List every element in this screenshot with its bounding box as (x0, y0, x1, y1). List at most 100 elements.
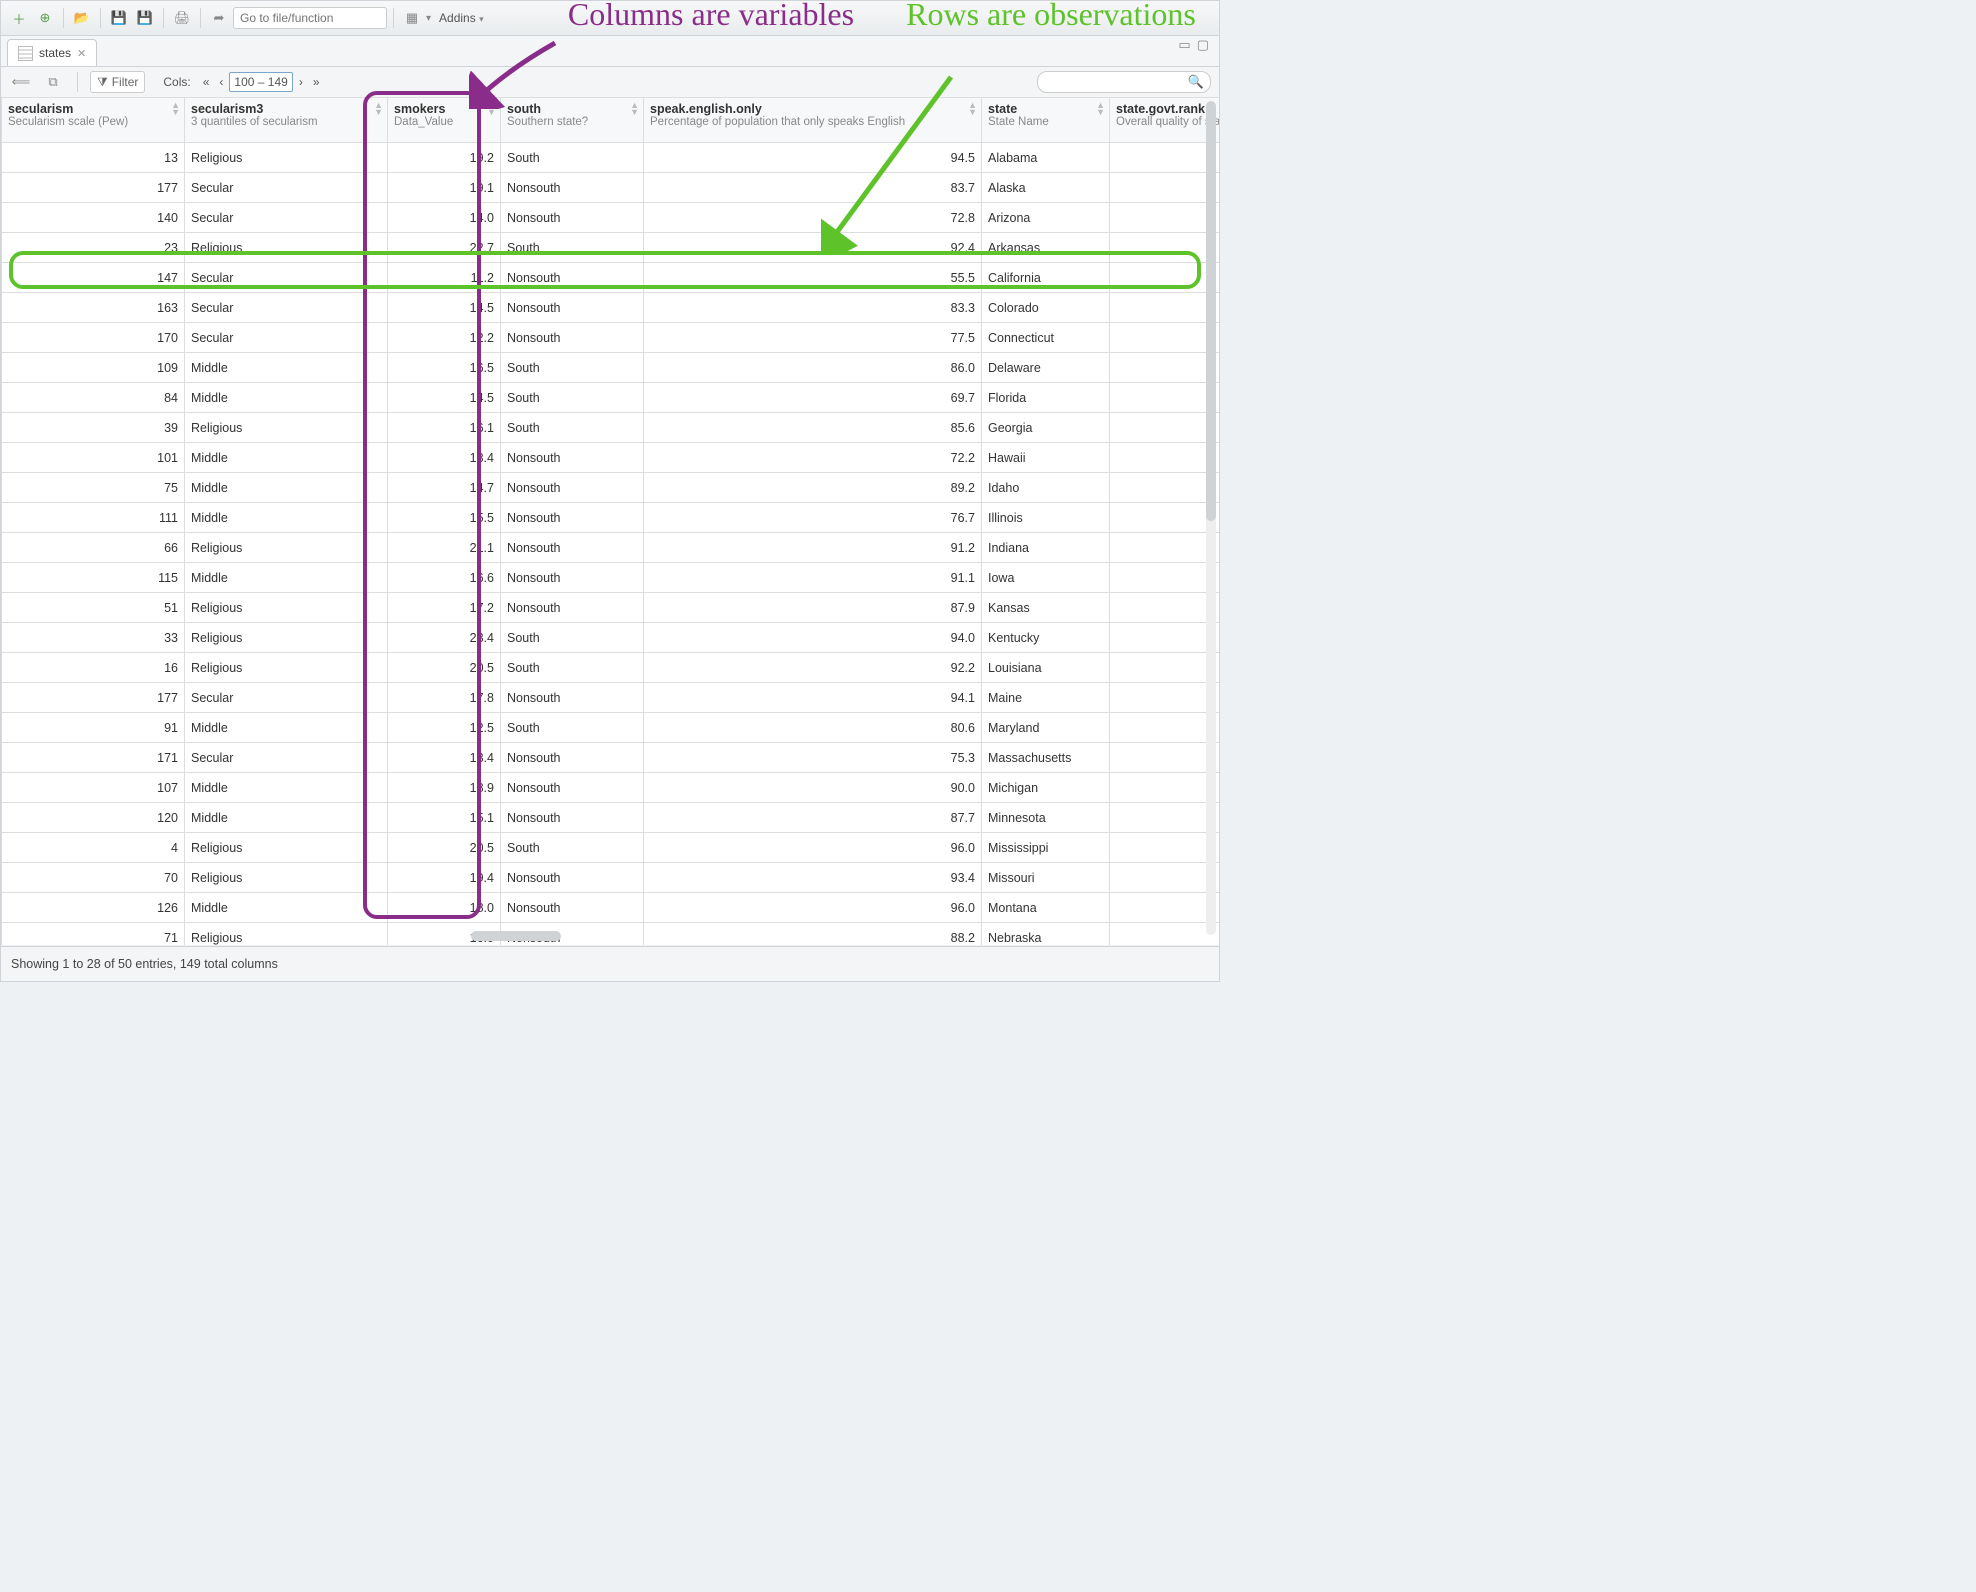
cell[interactable]: Nonsouth (501, 743, 644, 773)
cell[interactable]: Religious (185, 233, 388, 263)
cell[interactable]: Secular (185, 323, 388, 353)
table-row[interactable]: 13Religious19.2South94.5Alabama (2, 143, 1220, 173)
cell[interactable] (1110, 443, 1220, 473)
cell[interactable]: 126 (2, 893, 185, 923)
cell[interactable]: Indiana (982, 533, 1110, 563)
cell[interactable]: 94.5 (644, 143, 982, 173)
cell[interactable]: Colorado (982, 293, 1110, 323)
cell[interactable]: 18.9 (388, 773, 501, 803)
cols-first-icon[interactable]: « (199, 73, 214, 91)
table-row[interactable]: 33Religious23.4South94.0Kentucky (2, 623, 1220, 653)
cell[interactable]: Middle (185, 443, 388, 473)
close-icon[interactable]: ✕ (77, 47, 86, 60)
cell[interactable]: Nonsouth (501, 893, 644, 923)
cell[interactable]: 17.8 (388, 683, 501, 713)
cell[interactable]: 39 (2, 413, 185, 443)
cell[interactable]: 13.4 (388, 443, 501, 473)
cell[interactable] (1110, 563, 1220, 593)
cell[interactable]: 72.2 (644, 443, 982, 473)
cell[interactable] (1110, 773, 1220, 803)
cell[interactable]: South (501, 353, 644, 383)
cell[interactable]: 13.4 (388, 743, 501, 773)
column-header-secularism3[interactable]: secularism33 quantiles of secularism▲▼ (185, 98, 388, 143)
cell[interactable]: Religious (185, 653, 388, 683)
cell[interactable]: 72.8 (644, 203, 982, 233)
column-header-smokers[interactable]: smokersData_Value▲▼ (388, 98, 501, 143)
cell[interactable] (1110, 833, 1220, 863)
cell[interactable]: 19.2 (388, 143, 501, 173)
cell[interactable]: 12.5 (388, 713, 501, 743)
table-row[interactable]: 171Secular13.4Nonsouth75.3Massachusetts (2, 743, 1220, 773)
cell[interactable]: Nonsouth (501, 293, 644, 323)
table-row[interactable]: 4Religious20.5South96.0Mississippi (2, 833, 1220, 863)
cell[interactable]: 84 (2, 383, 185, 413)
cell[interactable]: Hawaii (982, 443, 1110, 473)
cell[interactable]: Illinois (982, 503, 1110, 533)
cell[interactable] (1110, 263, 1220, 293)
cell[interactable]: 77.5 (644, 323, 982, 353)
table-row[interactable]: 115Middle16.6Nonsouth91.1Iowa (2, 563, 1220, 593)
cell[interactable]: 89.2 (644, 473, 982, 503)
new-file-icon[interactable]: ＋ (7, 6, 31, 30)
cell[interactable]: 55.5 (644, 263, 982, 293)
cell[interactable]: 109 (2, 353, 185, 383)
cell[interactable]: 12.2 (388, 323, 501, 353)
cell[interactable] (1110, 743, 1220, 773)
cols-next-icon[interactable]: › (295, 73, 307, 91)
cell[interactable]: South (501, 653, 644, 683)
cell[interactable]: 18.0 (388, 893, 501, 923)
cell[interactable]: Nonsouth (501, 863, 644, 893)
cell[interactable]: 147 (2, 263, 185, 293)
cell[interactable]: Secular (185, 263, 388, 293)
table-row[interactable]: 75Middle14.7Nonsouth89.2Idaho (2, 473, 1220, 503)
cell[interactable]: Nonsouth (501, 503, 644, 533)
cell[interactable] (1110, 473, 1220, 503)
cell[interactable]: South (501, 833, 644, 863)
cell[interactable]: Secular (185, 203, 388, 233)
cell[interactable]: 70 (2, 863, 185, 893)
cell[interactable]: Mississippi (982, 833, 1110, 863)
cell[interactable]: 96.0 (644, 833, 982, 863)
cell[interactable]: Religious (185, 593, 388, 623)
table-row[interactable]: 91Middle12.5South80.6Maryland (2, 713, 1220, 743)
cell[interactable]: 4 (2, 833, 185, 863)
addins-menu[interactable]: Addins ▾ (433, 11, 490, 25)
cell[interactable]: South (501, 713, 644, 743)
cell[interactable]: 91.2 (644, 533, 982, 563)
cell[interactable] (1110, 413, 1220, 443)
cell[interactable]: 22.7 (388, 233, 501, 263)
cell[interactable]: Michigan (982, 773, 1110, 803)
cell[interactable]: 15.1 (388, 803, 501, 833)
table-row[interactable]: 70Religious19.4Nonsouth93.4Missouri (2, 863, 1220, 893)
cell[interactable] (1110, 353, 1220, 383)
table-row[interactable]: 16Religious20.5South92.2Louisiana (2, 653, 1220, 683)
cell[interactable]: 177 (2, 173, 185, 203)
cols-range[interactable]: 100 – 149 (229, 72, 292, 92)
table-row[interactable]: 71Religious16.0Nonsouth88.2Nebraska (2, 923, 1220, 946)
cell[interactable]: 16.1 (388, 413, 501, 443)
table-row[interactable]: 101Middle13.4Nonsouth72.2Hawaii (2, 443, 1220, 473)
cell[interactable] (1110, 173, 1220, 203)
cell[interactable]: Secular (185, 293, 388, 323)
cell[interactable]: 170 (2, 323, 185, 353)
scrollbar-thumb[interactable] (1206, 101, 1216, 521)
table-row[interactable]: 170Secular12.2Nonsouth77.5Connecticut (2, 323, 1220, 353)
cell[interactable]: Kentucky (982, 623, 1110, 653)
cell[interactable]: Iowa (982, 563, 1110, 593)
goto-input[interactable] (233, 7, 387, 29)
table-row[interactable]: 109Middle16.5South86.0Delaware (2, 353, 1220, 383)
cell[interactable]: 21.1 (388, 533, 501, 563)
cell[interactable]: Secular (185, 683, 388, 713)
cell[interactable]: Secular (185, 743, 388, 773)
cell[interactable]: Nonsouth (501, 203, 644, 233)
cell[interactable]: 86.0 (644, 353, 982, 383)
cell[interactable]: Montana (982, 893, 1110, 923)
cell[interactable]: Secular (185, 173, 388, 203)
cell[interactable]: 23 (2, 233, 185, 263)
save-icon[interactable]: 💾 (107, 6, 131, 30)
column-header-secularism[interactable]: secularismSecularism scale (Pew)▲▼ (2, 98, 185, 143)
cell[interactable]: 91.1 (644, 563, 982, 593)
cell[interactable]: 11.2 (388, 263, 501, 293)
cell[interactable]: 16.5 (388, 353, 501, 383)
table-row[interactable]: 147Secular11.2Nonsouth55.5California (2, 263, 1220, 293)
